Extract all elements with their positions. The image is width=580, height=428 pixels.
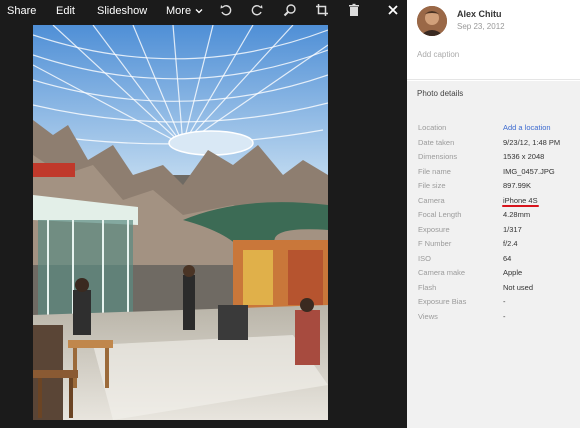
more-label: More [166, 5, 192, 17]
detail-value: 1/317 [503, 224, 522, 234]
detail-row-flash: Flash Not used [407, 283, 580, 296]
detail-value: 9/23/12, 1:48 PM [503, 137, 561, 147]
detail-label: Exposure Bias [418, 297, 467, 306]
detail-row-camera: Camera iPhone 4S [407, 196, 580, 209]
close-icon[interactable] [386, 3, 400, 17]
photo-date: Sep 23, 2012 [457, 22, 505, 31]
detail-label: File size [418, 181, 446, 190]
detail-value: 1536 x 2048 [503, 152, 545, 161]
detail-row-camera-make: Camera make Apple [407, 268, 580, 281]
detail-value: - [503, 311, 506, 321]
slideshow-button[interactable]: Slideshow [97, 5, 147, 17]
detail-value: Apple [503, 268, 523, 277]
detail-label: ISO [418, 253, 431, 263]
detail-label: Camera make [418, 268, 466, 277]
detail-row-views: Views - [407, 312, 580, 325]
viewer-toolbar: Share Edit Slideshow More [0, 0, 407, 22]
rotate-right-icon[interactable] [250, 3, 264, 17]
detail-value: Not used [503, 282, 534, 292]
more-button[interactable]: More [166, 5, 203, 17]
detail-label: Location [418, 123, 447, 132]
chevron-down-icon [195, 5, 203, 17]
red-underline-mark [502, 204, 539, 207]
detail-label: Focal Length [418, 210, 462, 219]
detail-row-focal-length: Focal Length 4.28mm [407, 210, 580, 223]
detail-value: IMG_0457.JPG [503, 166, 555, 176]
detail-row-file-size: File size 897.99K [407, 181, 580, 194]
detail-label: Views [418, 311, 438, 321]
detail-row-dimensions: Dimensions 1536 x 2048 [407, 152, 580, 165]
photo-image [33, 25, 328, 420]
detail-label: Dimensions [418, 152, 458, 161]
detail-row-location: Location Add a location [407, 123, 580, 136]
detail-row-exposure: Exposure 1/317 [407, 225, 580, 238]
avatar[interactable] [417, 6, 447, 36]
detail-row-date-taken: Date taken 9/23/12, 1:48 PM [407, 138, 580, 151]
detail-label: Exposure [418, 224, 450, 234]
owner-section: Alex Chitu Sep 23, 2012 Add caption [407, 0, 580, 80]
detail-value: 4.28mm [503, 210, 531, 219]
detail-label: Date taken [418, 137, 455, 147]
detail-row-file-name: File name IMG_0457.JPG [407, 167, 580, 180]
detail-row-f-number: F Number f/2.4 [407, 239, 580, 252]
trash-icon[interactable] [347, 3, 361, 17]
share-button[interactable]: Share [7, 5, 36, 17]
detail-value: f/2.4 [503, 239, 518, 248]
crop-icon[interactable] [315, 3, 329, 17]
detail-label: Camera [418, 195, 445, 205]
info-panel: Alex Chitu Sep 23, 2012 Add caption Phot… [407, 0, 580, 428]
owner-name[interactable]: Alex Chitu [457, 9, 502, 19]
edit-button[interactable]: Edit [56, 5, 75, 17]
photo-details-section: Photo details Location Add a location Da… [407, 81, 580, 428]
details-title: Photo details [417, 89, 464, 98]
detail-value: 64 [503, 253, 512, 263]
detail-value: - [503, 297, 506, 306]
detail-value: 897.99K [503, 181, 531, 190]
detail-label: Flash [418, 282, 437, 292]
detail-value: iPhone 4S [503, 195, 538, 205]
detail-row-exposure-bias: Exposure Bias - [407, 297, 580, 310]
add-caption-field[interactable]: Add caption [417, 50, 459, 59]
detail-label: File name [418, 166, 451, 176]
detail-row-iso: ISO 64 [407, 254, 580, 267]
photo-viewer: Share Edit Slideshow More [0, 0, 407, 428]
add-location-link[interactable]: Add a location [503, 123, 551, 132]
zoom-icon[interactable] [283, 3, 297, 17]
rotate-left-icon[interactable] [219, 3, 233, 17]
detail-label: F Number [418, 239, 452, 248]
